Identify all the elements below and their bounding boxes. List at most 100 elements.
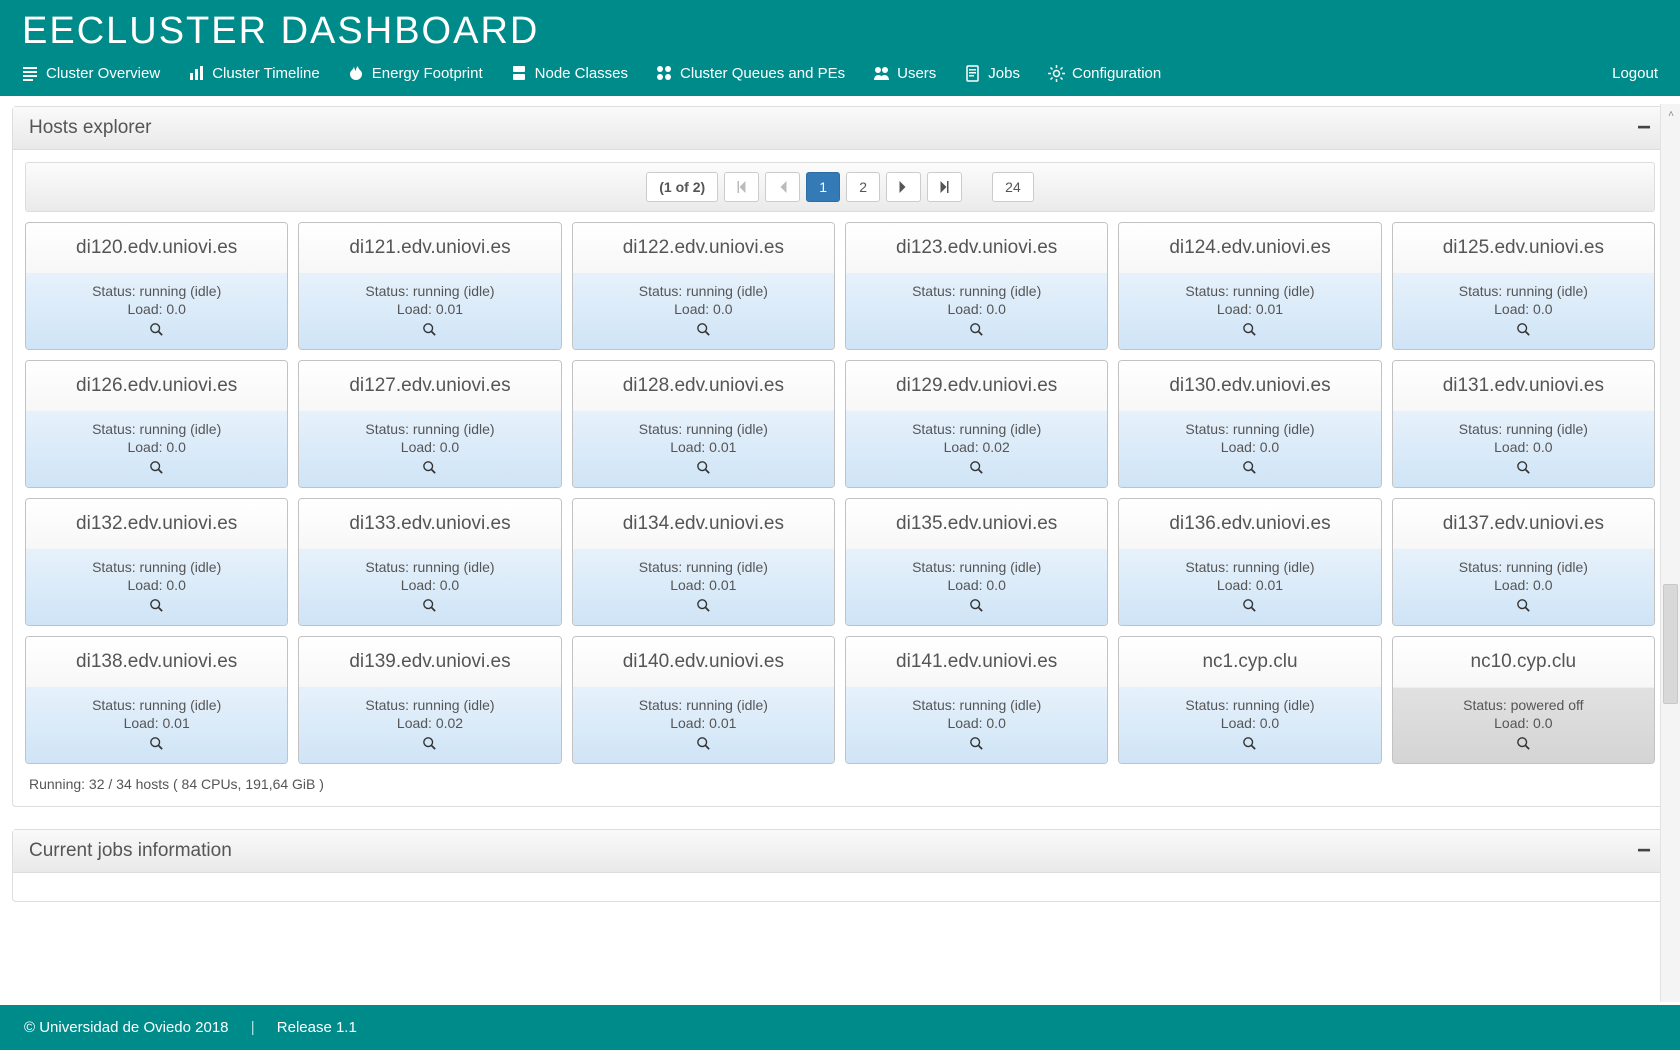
host-load: Load: 0.0 xyxy=(1399,301,1648,317)
magnify-icon xyxy=(150,461,163,474)
host-card: nc1.cyp.cluStatus: running (idle)Load: 0… xyxy=(1118,636,1381,764)
host-status: Status: running (idle) xyxy=(305,697,554,713)
host-load: Load: 0.0 xyxy=(305,577,554,593)
host-detail-button[interactable] xyxy=(1517,461,1530,477)
host-detail-button[interactable] xyxy=(423,599,436,615)
host-detail-button[interactable] xyxy=(423,461,436,477)
host-detail-button[interactable] xyxy=(150,461,163,477)
host-name: nc10.cyp.clu xyxy=(1393,637,1654,688)
nav-label: Cluster Timeline xyxy=(212,65,320,82)
host-body: Status: running (idle)Load: 0.0 xyxy=(26,550,287,625)
page-first-button[interactable] xyxy=(724,172,759,202)
host-body: Status: running (idle) Load: 0.0 xyxy=(299,550,560,625)
host-detail-button[interactable] xyxy=(1243,461,1256,477)
host-load: Load: 0.0 xyxy=(32,439,281,455)
hosts-panel-header: Hosts explorer − xyxy=(13,107,1667,150)
nav-configuration[interactable]: Configuration xyxy=(1048,65,1161,82)
jobs-panel-collapse-button[interactable]: − xyxy=(1637,845,1651,857)
host-name: nc1.cyp.clu xyxy=(1119,637,1380,688)
host-status: Status: running (idle) xyxy=(1399,421,1648,437)
host-card: di122.edv.uniovi.es Status: running (idle… xyxy=(572,222,835,350)
magnify-icon xyxy=(1517,323,1530,336)
page-2-button[interactable]: 2 xyxy=(846,172,880,202)
host-card: di138.edv.uniovi.esStatus: running (idle… xyxy=(25,636,288,764)
host-detail-button[interactable] xyxy=(697,461,710,477)
hosts-summary: Running: 32 / 34 hosts ( 84 CPUs, 191,64… xyxy=(25,764,1655,794)
host-card: di123.edv.uniovi.esStatus: running (idle… xyxy=(845,222,1108,350)
nav-node-classes[interactable]: Node Classes xyxy=(511,65,628,82)
host-detail-button[interactable] xyxy=(1517,737,1530,753)
host-detail-button[interactable] xyxy=(697,323,710,339)
host-name: di130.edv.uniovi.es xyxy=(1119,361,1380,412)
logout-link[interactable]: Logout xyxy=(1612,65,1658,82)
host-detail-button[interactable] xyxy=(970,323,983,339)
nav-label: Users xyxy=(897,65,936,82)
nav-cluster-queues-and-pes[interactable]: Cluster Queues and PEs xyxy=(656,65,845,82)
host-detail-button[interactable] xyxy=(970,461,983,477)
host-card: di130.edv.uniovi.esStatus: running (idle… xyxy=(1118,360,1381,488)
host-status: Status: running (idle) xyxy=(32,697,281,713)
nav-users[interactable]: Users xyxy=(873,65,936,82)
host-detail-button[interactable] xyxy=(150,323,163,339)
page-prev-button[interactable] xyxy=(765,172,800,202)
host-status: Status: running (idle) xyxy=(305,559,554,575)
page-1-button[interactable]: 1 xyxy=(806,172,840,202)
host-detail-button[interactable] xyxy=(697,737,710,753)
host-status: Status: running (idle) xyxy=(579,283,828,299)
host-body: Status: running (idle)Load: 0.0 xyxy=(299,412,560,487)
host-name: di124.edv.uniovi.es xyxy=(1119,223,1380,274)
host-status: Status: running (idle) xyxy=(852,421,1101,437)
host-card: di139.edv.uniovi.es Status: running (idle… xyxy=(298,636,561,764)
host-name: di123.edv.uniovi.es xyxy=(846,223,1107,274)
scroll-thumb[interactable] xyxy=(1663,584,1678,704)
host-body: Status: running (idle)Load: 0.0 xyxy=(1393,274,1654,349)
host-detail-button[interactable] xyxy=(150,737,163,753)
host-detail-button[interactable] xyxy=(1517,323,1530,339)
page-last-button[interactable] xyxy=(927,172,962,202)
host-load: Load: 0.0 xyxy=(32,577,281,593)
host-body: Status: running (idle)Load: 0.01 xyxy=(573,688,834,763)
magnify-icon xyxy=(423,323,436,336)
host-detail-button[interactable] xyxy=(423,737,436,753)
nav-cluster-overview[interactable]: Cluster Overview xyxy=(22,65,160,82)
nav-energy-footprint[interactable]: Energy Footprint xyxy=(348,65,483,82)
page-size[interactable]: 24 xyxy=(992,172,1034,202)
host-detail-button[interactable] xyxy=(423,323,436,339)
host-body: Status: running (idle)Load: 0.0 xyxy=(1393,550,1654,625)
host-load: Load: 0.01 xyxy=(579,715,828,731)
host-detail-button[interactable] xyxy=(1243,323,1256,339)
magnify-icon xyxy=(1243,461,1256,474)
host-name: di122.edv.uniovi.es xyxy=(573,223,834,274)
host-card: di127.edv.uniovi.esStatus: running (idle… xyxy=(298,360,561,488)
host-detail-button[interactable] xyxy=(150,599,163,615)
scrollbar-vertical[interactable]: ˄ xyxy=(1660,104,1680,1002)
magnify-icon xyxy=(1517,599,1530,612)
host-name: di139.edv.uniovi.es xyxy=(299,637,560,688)
nav-label: Cluster Queues and PEs xyxy=(680,65,845,82)
host-card: di135.edv.uniovi.esStatus: running (idle… xyxy=(845,498,1108,626)
host-body: Status: running (idle) Load: 0.0 xyxy=(26,412,287,487)
config-icon xyxy=(1048,65,1065,82)
host-detail-button[interactable] xyxy=(1243,737,1256,753)
host-name: di140.edv.uniovi.es xyxy=(573,637,834,688)
host-detail-button[interactable] xyxy=(970,599,983,615)
host-status: Status: running (idle) xyxy=(1399,559,1648,575)
host-detail-button[interactable] xyxy=(1517,599,1530,615)
host-status: Status: running (idle) xyxy=(852,559,1101,575)
energy-icon xyxy=(348,65,365,82)
magnify-icon xyxy=(423,737,436,750)
node-icon xyxy=(511,65,528,82)
host-detail-button[interactable] xyxy=(970,737,983,753)
host-load: Load: 0.0 xyxy=(305,439,554,455)
host-load: Load: 0.01 xyxy=(1125,577,1374,593)
scroll-up-icon[interactable]: ˄ xyxy=(1661,104,1680,124)
page-next-button[interactable] xyxy=(886,172,921,202)
host-detail-button[interactable] xyxy=(1243,599,1256,615)
host-detail-button[interactable] xyxy=(697,599,710,615)
magnify-icon xyxy=(697,737,710,750)
nav-cluster-timeline[interactable]: Cluster Timeline xyxy=(188,65,320,82)
hosts-panel-collapse-button[interactable]: − xyxy=(1637,122,1651,134)
host-status: Status: running (idle) xyxy=(32,421,281,437)
nav-jobs[interactable]: Jobs xyxy=(964,65,1020,82)
magnify-icon xyxy=(150,737,163,750)
